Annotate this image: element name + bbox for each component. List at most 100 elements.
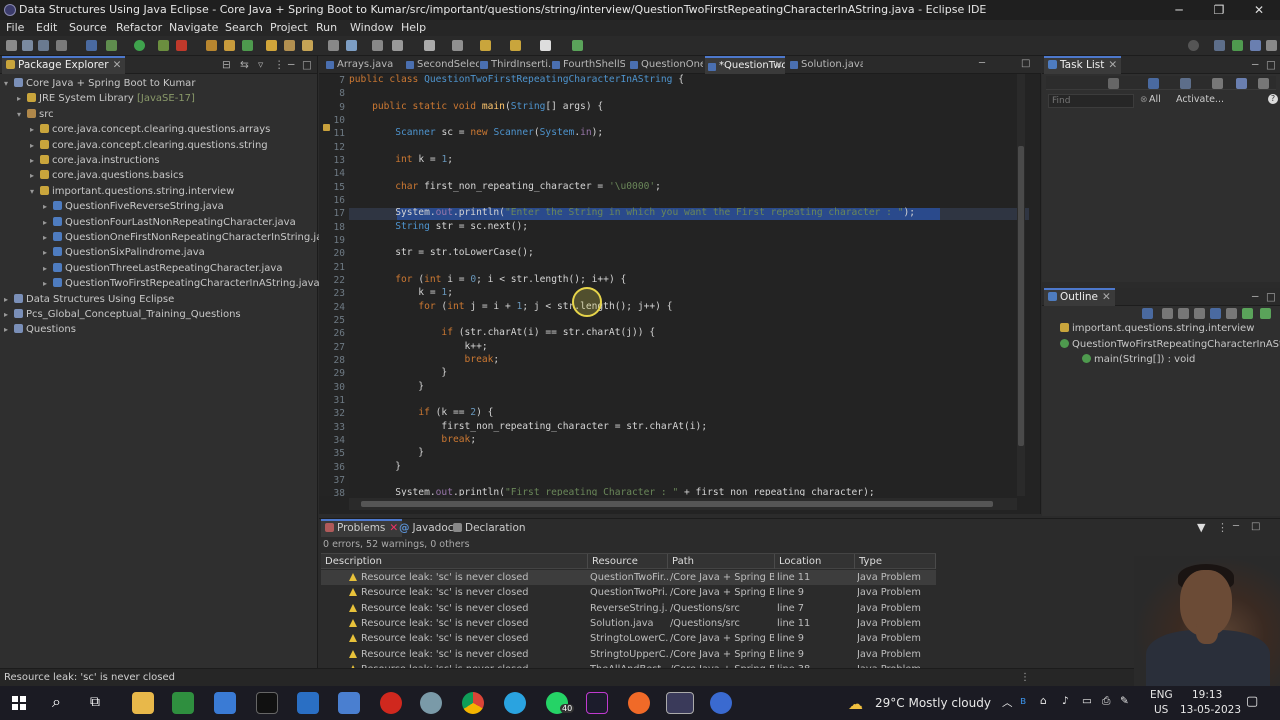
next-annotation-icon[interactable]: [452, 40, 463, 51]
maximize-button[interactable]: ❐: [1199, 0, 1239, 20]
clock-time[interactable]: 19:13: [1192, 689, 1222, 701]
expand-toggle-icon[interactable]: ▸: [43, 245, 53, 260]
eclipse-taskbar-icon[interactable]: [666, 692, 694, 714]
collapse-icon[interactable]: [1236, 78, 1247, 89]
maximize-view-icon[interactable]: □: [1251, 521, 1260, 532]
outline-menu-icon[interactable]: [1260, 308, 1271, 319]
view-menu-icon[interactable]: ⋮: [274, 56, 285, 74]
app-icon[interactable]: [420, 692, 442, 714]
close-icon[interactable]: ✕: [1108, 59, 1117, 71]
minimize-view-icon[interactable]: ─: [1252, 288, 1258, 306]
menu-run[interactable]: Run: [316, 20, 337, 36]
tab-outline[interactable]: Outline ✕: [1044, 288, 1115, 306]
device-icon[interactable]: ⎙: [1102, 695, 1110, 708]
tree-item[interactable]: ▸ JRE System Library [JavaSE-17]: [17, 91, 195, 106]
save-all-icon[interactable]: [38, 40, 49, 51]
editor-maximize-icon[interactable]: □: [1021, 58, 1030, 69]
tree-item[interactable]: ▸ QuestionSixPalindrome.java: [43, 245, 205, 260]
postman-icon[interactable]: [628, 692, 650, 714]
excel-icon[interactable]: [172, 692, 194, 714]
expand-toggle-icon[interactable]: ▸: [4, 322, 14, 337]
tab-package-explorer[interactable]: Package Explorer ✕: [2, 56, 126, 74]
maximize-view-icon[interactable]: □: [1266, 288, 1276, 306]
minimize-button[interactable]: ─: [1159, 0, 1199, 20]
expand-toggle-icon[interactable]: ▸: [4, 292, 14, 307]
outline-item[interactable]: QuestionTwoFirstRepeatingCharacterInAStr…: [1060, 337, 1280, 352]
print-icon[interactable]: [56, 40, 67, 51]
tab-problems[interactable]: Problems ✕: [321, 519, 403, 537]
forward-icon[interactable]: [510, 40, 521, 51]
expand-toggle-icon[interactable]: ▸: [30, 138, 40, 153]
new-class-icon[interactable]: [242, 40, 253, 51]
debug-icon[interactable]: [106, 40, 117, 51]
expand-toggle-icon[interactable]: ▾: [17, 107, 27, 122]
all-filter-link[interactable]: All: [1149, 94, 1161, 105]
menu-source[interactable]: Source: [69, 20, 107, 36]
java-perspective-icon[interactable]: [1232, 40, 1243, 51]
git-perspective-icon[interactable]: [1266, 40, 1277, 51]
expand-toggle-icon[interactable]: ▸: [43, 276, 53, 291]
tree-item[interactable]: ▸ QuestionThreeLastRepeatingCharacter.jav…: [43, 261, 282, 276]
pin-editor-icon[interactable]: [424, 40, 435, 51]
expand-toggle-icon[interactable]: ▾: [4, 76, 14, 91]
column-path[interactable]: Path: [668, 554, 775, 569]
store-icon[interactable]: [214, 692, 236, 714]
column-description[interactable]: Description: [321, 554, 588, 569]
problem-row[interactable]: Resource leak: 'sc' is never closed Quest…: [321, 585, 936, 600]
hide-local-types-icon[interactable]: [1210, 308, 1221, 319]
hide-fields-icon[interactable]: [1162, 308, 1173, 319]
status-menu-icon[interactable]: ⋮: [1020, 669, 1030, 687]
close-icon[interactable]: ✕: [113, 59, 122, 71]
filter-icon[interactable]: ▼: [1197, 521, 1205, 534]
outline-item[interactable]: main(String[]) : void: [1082, 352, 1195, 367]
mark-occurrences-icon[interactable]: [346, 40, 357, 51]
scheduled-icon[interactable]: [1180, 78, 1191, 89]
search-icon[interactable]: ⌕: [52, 692, 61, 712]
problem-row[interactable]: Resource leak: 'sc' is never closed Rever…: [321, 601, 936, 616]
menu-project[interactable]: Project: [270, 20, 308, 36]
search-icon[interactable]: [302, 40, 313, 51]
expand-toggle-icon[interactable]: ▸: [43, 199, 53, 214]
tree-item[interactable]: ▸ Data Structures Using Eclipse: [4, 292, 174, 307]
notifications-icon[interactable]: ▢: [1246, 694, 1258, 709]
region-indicator[interactable]: US: [1154, 704, 1168, 716]
link-editor-icon[interactable]: ⇆: [240, 56, 249, 74]
debug-perspective-icon[interactable]: [1250, 40, 1261, 51]
app2-icon[interactable]: [710, 692, 732, 714]
tree-item[interactable]: ▾ src: [17, 107, 54, 122]
tray-expand-icon[interactable]: ︿: [1002, 695, 1013, 710]
tree-item[interactable]: ▸ QuestionFiveReverseString.java: [43, 199, 224, 214]
problem-row[interactable]: Resource leak: 'sc' is never closed Solut…: [321, 616, 936, 631]
annotation-icon[interactable]: [328, 40, 339, 51]
editor-tab[interactable]: Solution.java: [787, 56, 863, 74]
tree-item[interactable]: ▾ Core Java + Spring Boot to Kumar: [4, 76, 195, 91]
minimize-view-icon[interactable]: ─: [288, 56, 294, 74]
minimize-view-icon[interactable]: ─: [1252, 56, 1258, 74]
menu-refactor[interactable]: Refactor: [116, 20, 162, 36]
outline-item[interactable]: important.questions.string.interview: [1060, 321, 1254, 336]
tree-item[interactable]: ▸ Pcs_Global_Conceptual_Training_Question…: [4, 307, 241, 322]
remote-desktop-icon[interactable]: [297, 692, 319, 714]
intellij-icon[interactable]: [586, 692, 608, 714]
sort-icon[interactable]: [1142, 308, 1153, 319]
collapse-all-icon[interactable]: ⊟: [222, 56, 231, 74]
column-type[interactable]: Type: [855, 554, 936, 569]
search-clear-icon[interactable]: ⊗: [1140, 95, 1148, 105]
new-task-icon[interactable]: [1108, 78, 1119, 89]
language-indicator[interactable]: ENG: [1150, 689, 1173, 701]
hide-static-icon[interactable]: [1178, 308, 1189, 319]
tab-task-list[interactable]: Task List ✕: [1044, 56, 1122, 74]
editor-tab[interactable]: FourthShellS...: [549, 56, 625, 74]
back-icon[interactable]: [480, 40, 491, 51]
filter-icon[interactable]: [1212, 78, 1223, 89]
sync-icon[interactable]: [1258, 78, 1269, 89]
open-perspective-icon[interactable]: [1214, 40, 1225, 51]
tree-item[interactable]: ▸ core.java.questions.basics: [30, 168, 184, 183]
expand-toggle-icon[interactable]: ▸: [30, 153, 40, 168]
opera-icon[interactable]: [380, 692, 402, 714]
maximize-view-icon[interactable]: □: [302, 56, 312, 74]
open-type-icon[interactable]: [266, 40, 277, 51]
editor-tab[interactable]: SecondSelec...: [403, 56, 479, 74]
menu-search[interactable]: Search: [225, 20, 263, 36]
link-outline-icon[interactable]: [1226, 308, 1237, 319]
